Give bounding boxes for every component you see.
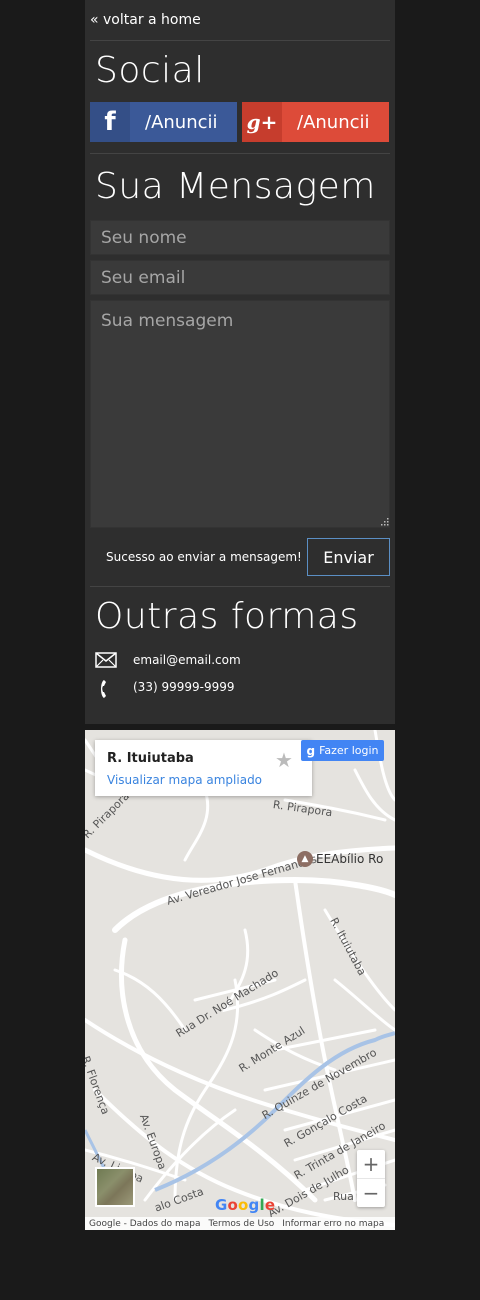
place-title: R. Ituiutaba xyxy=(107,751,194,766)
status-message: Sucesso ao enviar a mensagem! xyxy=(106,550,302,564)
map-footer: Google - Dados do mapa Termos de Uso Inf… xyxy=(85,1217,395,1230)
login-label: Fazer login xyxy=(319,744,379,757)
googleplus-button[interactable]: g+ /Anuncii xyxy=(242,102,389,142)
phone-text: (33) 99999-9999 xyxy=(133,680,235,694)
place-card: R. Ituiutaba Visualizar mapa ampliado ★ xyxy=(95,740,312,796)
message-textarea[interactable] xyxy=(90,300,390,528)
street-label: Rua xyxy=(333,1190,354,1203)
email-input[interactable] xyxy=(90,260,390,295)
divider xyxy=(90,586,390,587)
googleplus-icon: g+ xyxy=(242,102,282,142)
map-roads xyxy=(85,730,395,1227)
phone-icon xyxy=(101,680,106,698)
back-home-link[interactable]: « voltar a home xyxy=(90,12,201,28)
facebook-icon: f xyxy=(90,102,130,142)
zoom-out-button[interactable]: − xyxy=(357,1179,385,1207)
phone-row: (33) 99999-9999 xyxy=(95,679,235,699)
zoom-in-button[interactable]: + xyxy=(357,1150,385,1178)
report-error-link[interactable]: Informar erro no mapa xyxy=(278,1219,388,1229)
divider xyxy=(90,40,390,41)
google-logo: Google xyxy=(215,1196,276,1214)
facebook-label: /Anuncii xyxy=(145,111,218,133)
satellite-toggle[interactable] xyxy=(95,1167,135,1207)
resize-grip-icon[interactable] xyxy=(379,516,389,526)
poi-school[interactable]: ▲ EEAbílio Ro xyxy=(297,851,383,867)
email-text: email@email.com xyxy=(133,653,241,667)
map-embed[interactable]: R. Pirapora R. Pirapora Av. Vereador Jos… xyxy=(85,730,395,1230)
divider xyxy=(90,153,390,154)
googleplus-label: /Anuncii xyxy=(297,111,370,133)
zoom-control: + − xyxy=(357,1150,385,1207)
poi-label: EEAbílio Ro xyxy=(316,852,384,866)
terms-link[interactable]: Termos de Uso xyxy=(205,1219,279,1229)
school-icon: ▲ xyxy=(297,851,313,867)
email-row: email@email.com xyxy=(95,652,241,668)
view-larger-map-link[interactable]: Visualizar mapa ampliado xyxy=(107,773,262,787)
login-button[interactable]: g Fazer login xyxy=(301,740,384,761)
name-input[interactable] xyxy=(90,220,390,255)
facebook-button[interactable]: f /Anuncii xyxy=(90,102,237,142)
map-data-link[interactable]: Google - Dados do mapa xyxy=(85,1219,205,1229)
message-title: Sua Mensagem xyxy=(95,166,376,207)
envelope-icon xyxy=(95,652,117,668)
social-title: Social xyxy=(95,50,205,91)
google-g-icon: g xyxy=(306,743,316,758)
contact-panel: « voltar a home Social f /Anuncii g+ /An… xyxy=(85,0,395,724)
send-button[interactable]: Enviar xyxy=(307,538,390,576)
star-icon[interactable]: ★ xyxy=(275,748,293,772)
other-title: Outras formas xyxy=(95,596,359,637)
